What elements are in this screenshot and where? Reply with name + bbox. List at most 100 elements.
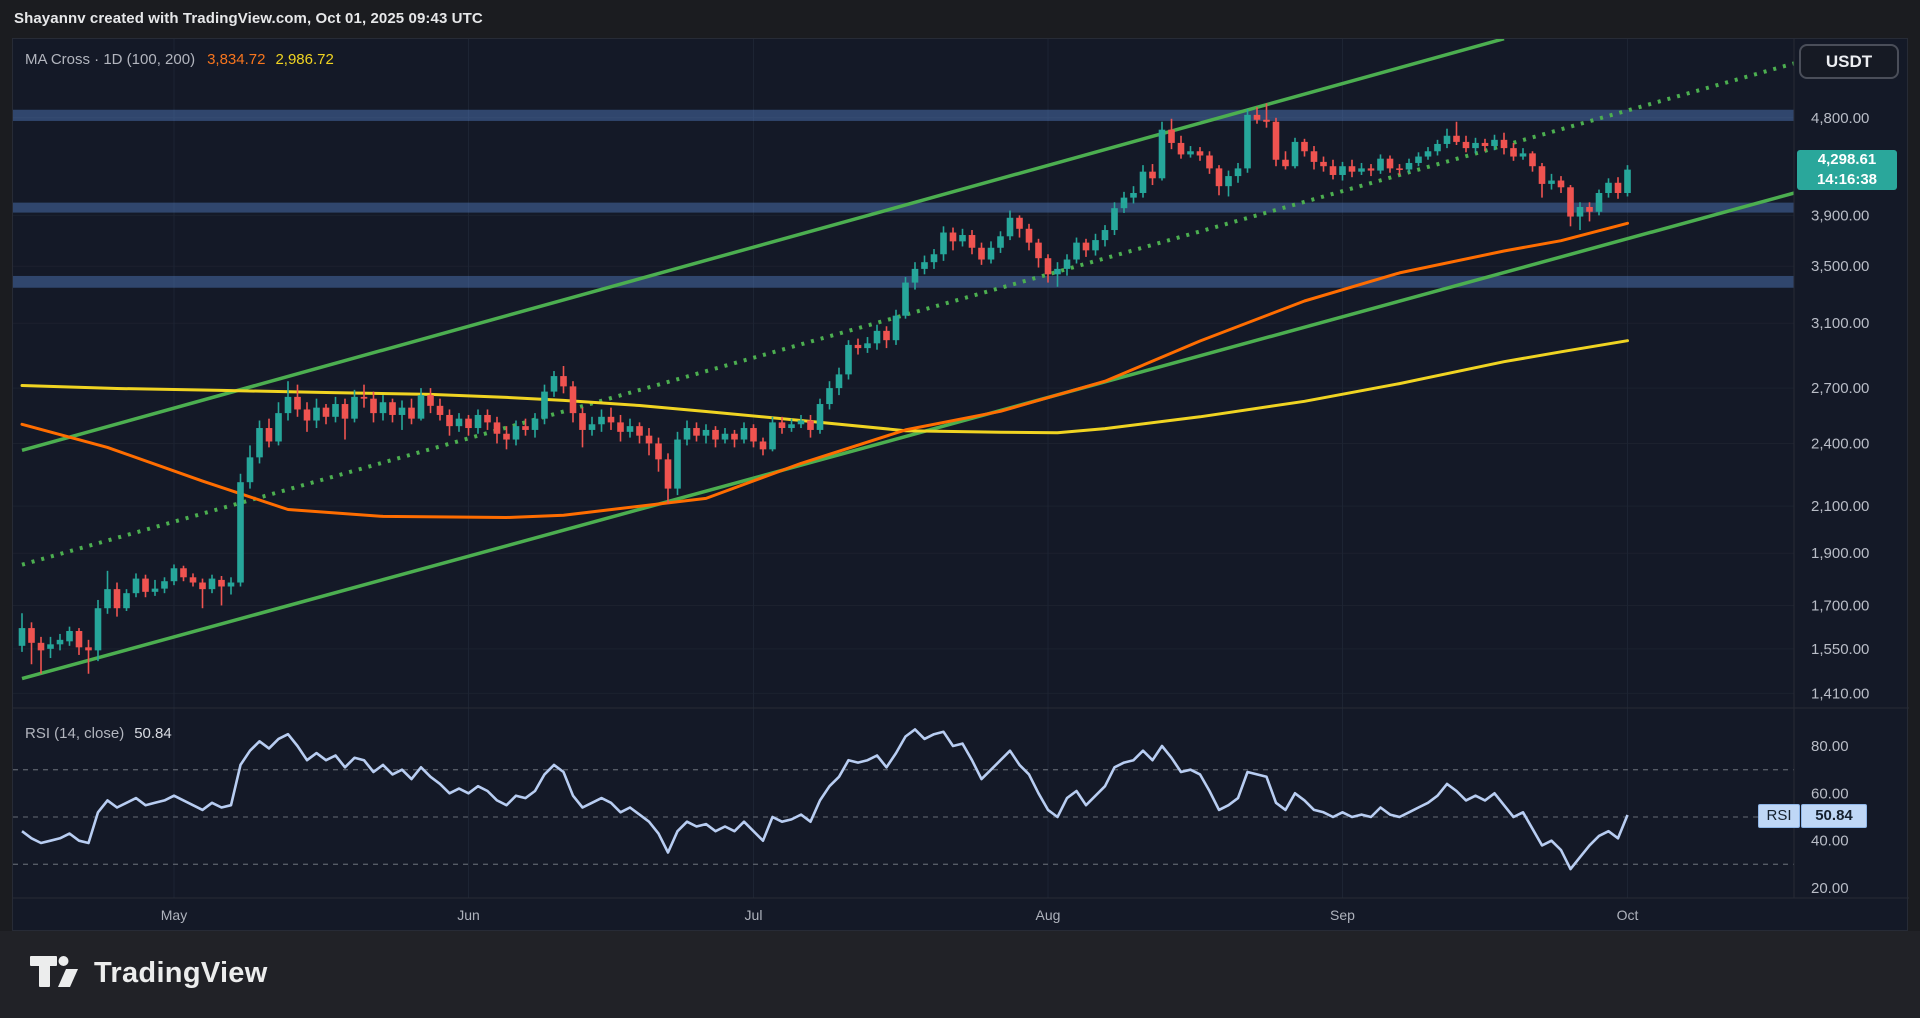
price-axis[interactable]: 4,800.003,900.003,500.003,100.002,700.00… — [1811, 110, 1869, 897]
candle — [427, 388, 434, 413]
ma-cross-legend[interactable]: MA Cross · 1D (100, 200)3,834.722,986.72 — [25, 51, 334, 68]
candle — [950, 228, 957, 251]
month-label: Jun — [457, 907, 480, 923]
candle-body — [864, 343, 871, 348]
candle-body — [693, 428, 700, 436]
candle-body — [608, 417, 615, 423]
candle-body — [76, 631, 83, 647]
candle — [617, 415, 624, 442]
candle — [741, 422, 748, 443]
candle-body — [399, 408, 406, 415]
candle-body — [209, 579, 216, 590]
candle — [817, 399, 824, 434]
candle-body — [313, 408, 320, 421]
tradingview-snapshot: Shayannv created with TradingView.com, O… — [0, 0, 1920, 1018]
quote-currency-button[interactable]: USDT — [1799, 44, 1899, 79]
candle-body — [798, 421, 805, 425]
candle-body — [807, 421, 814, 430]
candle-body — [741, 428, 748, 440]
candle — [133, 573, 140, 597]
tradingview-logo-text: TradingView — [94, 957, 268, 990]
candle-body — [912, 269, 919, 283]
candle-body — [532, 419, 539, 430]
candle-body — [779, 422, 786, 428]
candle-body — [1216, 168, 1223, 186]
candle-body — [437, 406, 444, 415]
rsi-tick-label: 20.00 — [1811, 880, 1849, 897]
last-price-value: 4,298.61 — [1797, 150, 1897, 170]
candle-body — [57, 640, 64, 644]
candle-body — [1539, 166, 1546, 184]
candle-body — [1453, 136, 1460, 142]
candle-body — [921, 262, 928, 269]
candle-body — [940, 233, 947, 255]
candle — [722, 428, 729, 443]
candle — [1244, 109, 1251, 173]
month-label: Jul — [745, 907, 763, 923]
candle — [57, 634, 64, 650]
candle-body — [893, 316, 900, 340]
candle — [456, 413, 463, 432]
candle-body — [1083, 243, 1090, 251]
candle-body — [1178, 143, 1185, 154]
candle — [997, 231, 1004, 253]
candle-body — [1510, 148, 1517, 156]
candle — [256, 421, 263, 464]
candle — [1330, 160, 1337, 180]
rsi-tick-label: 60.00 — [1811, 785, 1849, 802]
candle-body — [1349, 166, 1356, 171]
candle-body — [817, 404, 824, 430]
candle-body — [161, 581, 168, 588]
candle — [171, 564, 178, 585]
price-tick-label: 4,800.00 — [1811, 110, 1869, 127]
candle — [1406, 159, 1413, 173]
candle — [228, 577, 235, 594]
candle — [1415, 152, 1422, 166]
rsi-line — [22, 729, 1628, 869]
candle-body — [1301, 142, 1308, 151]
candle — [437, 399, 444, 421]
candle-body — [969, 235, 976, 248]
candle — [399, 400, 406, 429]
candle — [1311, 146, 1318, 169]
time-axis[interactable]: MayJunJulAugSepOct — [161, 907, 1639, 923]
candle — [1301, 139, 1308, 157]
chart-canvas[interactable]: 4,800.003,900.003,500.003,100.002,700.00… — [13, 39, 1909, 932]
candle-body — [788, 424, 795, 428]
trendline-channel-mid[interactable] — [22, 62, 1799, 565]
candle-body — [655, 443, 662, 459]
rsi-legend[interactable]: RSI (14, close)50.84 — [25, 725, 172, 742]
candle — [1368, 164, 1375, 176]
candle — [475, 409, 482, 433]
candle-body — [1596, 193, 1603, 212]
candle — [560, 366, 567, 393]
candle-body — [1491, 140, 1498, 146]
candle — [864, 337, 871, 353]
candle — [1225, 171, 1232, 197]
candle — [1358, 163, 1365, 175]
candle — [1026, 224, 1033, 250]
candle-body — [902, 283, 909, 316]
candle-body — [1615, 183, 1622, 193]
candle — [66, 627, 73, 646]
rsi-legend-value: 50.84 — [134, 725, 172, 742]
trendline-channel-top[interactable] — [22, 39, 1504, 450]
candle — [237, 474, 244, 587]
candle-body — [1121, 198, 1128, 209]
tradingview-logo[interactable]: TradingView — [30, 953, 268, 993]
candle-body — [1159, 130, 1166, 179]
candle-body — [978, 248, 985, 260]
tradingview-logo-icon — [30, 953, 82, 993]
candle — [712, 426, 719, 447]
candle-body — [380, 402, 387, 413]
candle-body — [1273, 122, 1280, 160]
candle-body — [845, 345, 852, 374]
candle-body — [1472, 143, 1479, 148]
candle-body — [199, 583, 206, 590]
candle-body — [1358, 168, 1365, 171]
candle-body — [598, 417, 605, 424]
price-tick-label: 2,100.00 — [1811, 498, 1869, 515]
candle-body — [646, 436, 653, 444]
candle — [760, 438, 767, 456]
candle — [551, 371, 558, 397]
